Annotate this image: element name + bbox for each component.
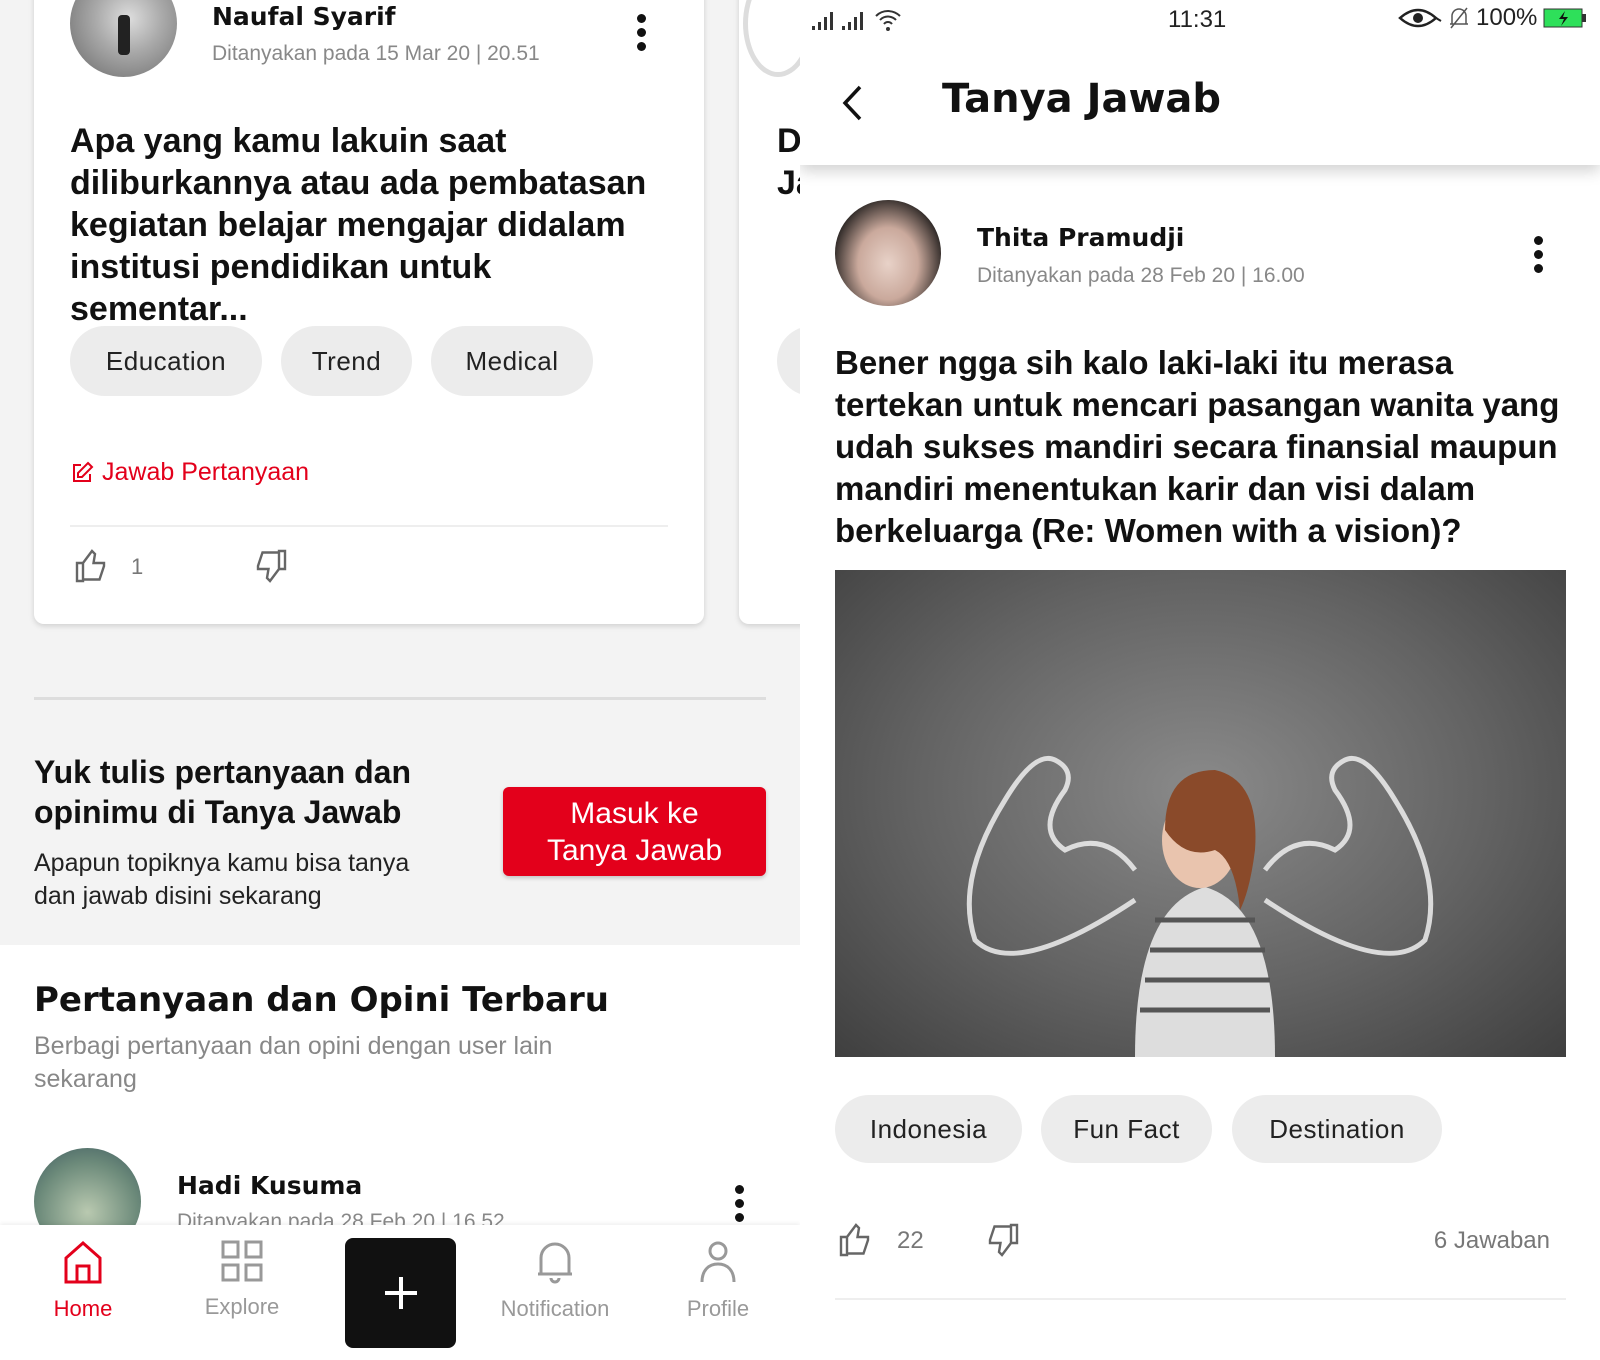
app-header: 11:31 100% Tanya Jawab [800,0,1600,165]
tanya-jawab-screen: 11:31 100% Tanya Jawab Thita Pramudji Di… [800,0,1600,1360]
question-date: Ditanyakan pada 28 Feb 20 | 16.00 [977,264,1305,287]
author-name[interactable]: Naufal Syarif [212,2,396,31]
question-date: Ditanyakan pada 15 Mar 20 | 20.51 [212,42,540,65]
tag-fun-fact[interactable]: Fun Fact [1041,1095,1212,1163]
divider [34,697,766,700]
section-title: Pertanyaan dan Opini Terbaru [34,980,609,1020]
thumbs-up-icon[interactable] [74,548,110,584]
nav-notification-label: Notification [500,1296,610,1321]
thumbs-down-icon[interactable] [252,548,288,584]
nav-explore-label: Explore [204,1294,280,1319]
author-name[interactable]: Thita Pramudji [977,223,1184,252]
home-icon [64,1240,102,1284]
status-right: 100% [1398,4,1587,32]
like-count: 22 [897,1227,924,1254]
add-question-button[interactable] [345,1238,456,1348]
nav-home[interactable]: Home [23,1240,143,1322]
user-icon [700,1241,736,1283]
bell-muted-icon [1450,7,1468,29]
plus-icon [384,1277,417,1309]
status-time: 11:31 [1168,6,1227,33]
answer-question-link[interactable]: Jawab Pertanyaan [70,458,309,487]
question-text-partial: D [777,122,800,160]
more-options-icon[interactable] [735,1185,745,1222]
nav-profile[interactable]: Profile [658,1240,778,1322]
bell-icon [538,1242,572,1284]
enter-tanya-jawab-button[interactable]: Masuk ke Tanya Jawab [503,787,766,876]
question-card-partial[interactable]: D Ja [739,0,800,624]
divider [70,525,668,527]
grid-icon [221,1240,263,1282]
eye-icon [1398,8,1442,28]
question-image[interactable] [835,570,1566,1057]
nav-home-label: Home [53,1296,113,1321]
more-options-icon[interactable] [637,14,647,51]
more-options-icon[interactable] [1534,236,1544,273]
back-arrow-icon[interactable] [840,84,864,122]
nav-notification[interactable]: Notification [495,1240,615,1322]
signal-icon [812,12,863,30]
thumbs-up-icon[interactable] [838,1222,874,1258]
tag-trend[interactable]: Trend [281,326,412,396]
wifi-icon [875,10,901,31]
woman-flexing-illustration [966,756,1434,1057]
tag-destination[interactable]: Destination [1232,1095,1442,1163]
divider [835,1298,1566,1300]
battery-percent: 100% [1476,4,1538,31]
thumbs-down-icon[interactable] [984,1222,1020,1258]
question-text: Bener ngga sih kalo laki-laki itu merasa… [835,344,1560,549]
answer-link-label: Jawab Pertanyaan [102,458,310,486]
signal-wifi-icons [810,8,902,32]
avatar[interactable] [835,200,941,306]
edit-icon [73,461,94,482]
tag-education[interactable]: Education [70,326,262,396]
tag-medical[interactable]: Medical [431,326,593,396]
avatar[interactable] [70,0,177,77]
question-card[interactable]: Naufal Syarif Ditanyakan pada 15 Mar 20 … [34,0,704,624]
page-title: Tanya Jawab [942,76,1222,122]
question-text-partial: Ja [777,164,800,202]
home-screen: Naufal Syarif Ditanyakan pada 15 Mar 20 … [0,0,800,1360]
battery-charging-icon [1543,8,1587,28]
answers-count[interactable]: 6 Jawaban [1434,1227,1550,1255]
question-text[interactable]: Apa yang kamu lakuin saat diliburkannya … [70,120,670,330]
cta-title: Yuk tulis pertanyaan dan opinimu di Tany… [34,754,411,830]
nav-profile-label: Profile [686,1296,750,1321]
author-name[interactable]: Hadi Kusuma [177,1171,362,1200]
section-subtitle: Berbagi pertanyaan dan opini dengan user… [34,1032,553,1093]
like-count: 1 [131,554,144,579]
tag-indonesia[interactable]: Indonesia [835,1095,1022,1163]
nav-explore[interactable]: Explore [182,1240,302,1320]
cta-subtitle: Apapun topiknya kamu bisa tanya dan jawa… [34,849,410,910]
